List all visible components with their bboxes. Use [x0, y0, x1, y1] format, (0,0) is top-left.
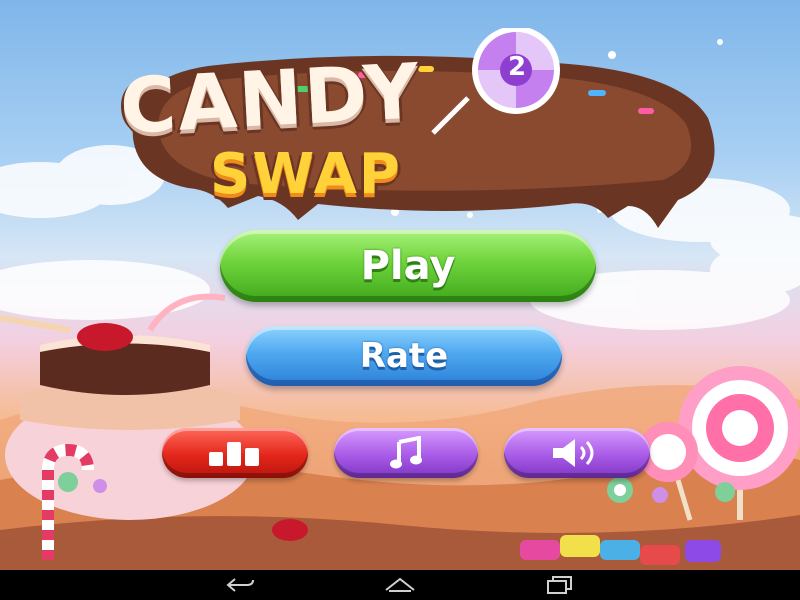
nav-back-button[interactable]	[220, 573, 260, 597]
music-note-icon	[390, 436, 422, 469]
nav-recents-button[interactable]	[540, 573, 580, 597]
speaker-icon	[553, 439, 594, 467]
sound-button[interactable]	[504, 428, 650, 478]
lollipop-number: 2	[508, 52, 529, 82]
rate-button-label: Rate	[359, 336, 449, 376]
game-subtitle: SWAP	[210, 142, 402, 207]
back-icon	[226, 578, 254, 592]
recent-apps-icon	[547, 576, 572, 594]
music-button[interactable]	[334, 428, 478, 478]
home-icon	[385, 577, 415, 592]
android-nav-bar	[0, 570, 800, 600]
play-button[interactable]: Play	[220, 230, 596, 302]
leaderboard-button[interactable]	[162, 428, 308, 478]
play-button-label: Play	[360, 243, 456, 289]
leaderboard-icon	[209, 442, 259, 466]
game-scene: 2 CANDY SWAP Play Rate	[0, 0, 800, 570]
nav-home-button[interactable]	[380, 573, 420, 597]
game-title: CANDY	[117, 46, 423, 151]
rate-button[interactable]: Rate	[246, 326, 562, 386]
